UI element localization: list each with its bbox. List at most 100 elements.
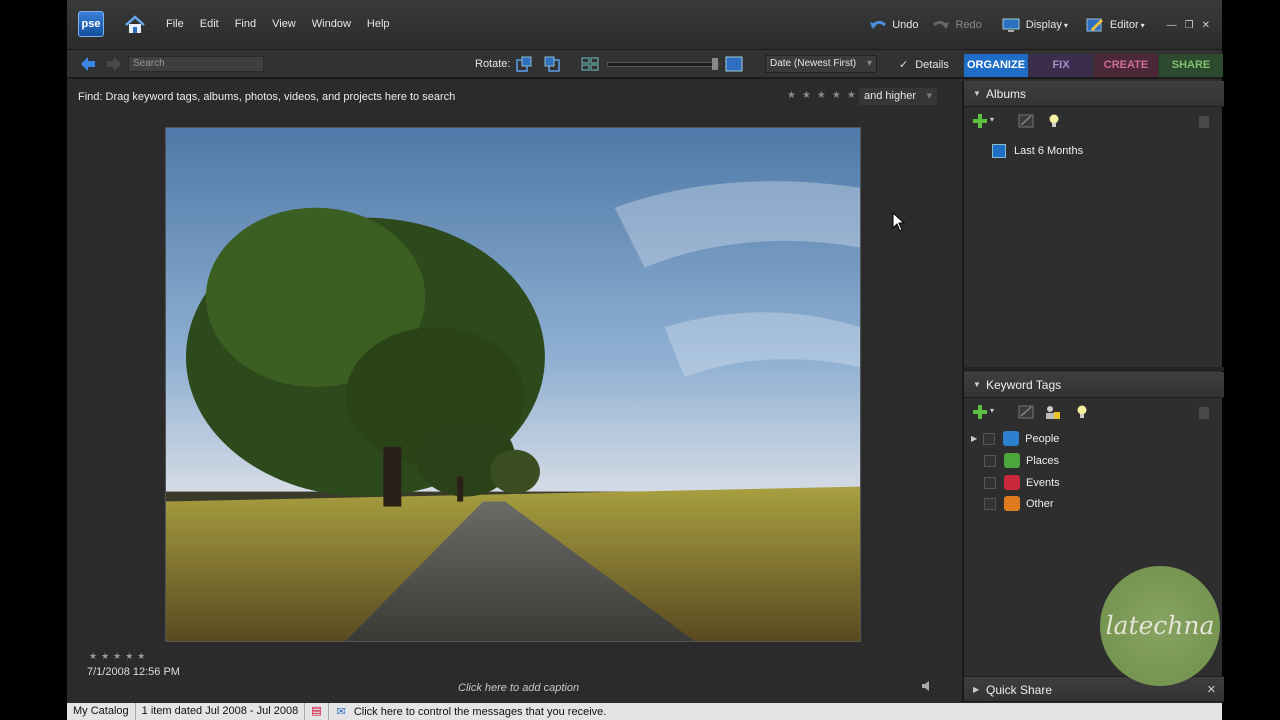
rotate-right-icon[interactable] bbox=[543, 56, 561, 72]
menu-help[interactable]: Help bbox=[367, 18, 390, 30]
tab-share[interactable]: SHARE bbox=[1159, 54, 1223, 77]
editor-icon bbox=[1086, 18, 1103, 32]
album-last-6-months[interactable]: Last 6 Months bbox=[992, 144, 1083, 158]
rotate-left-icon[interactable] bbox=[515, 56, 533, 72]
trash-icon[interactable] bbox=[1196, 113, 1212, 129]
close-icon[interactable]: ✕ bbox=[1207, 677, 1216, 703]
menu-edit[interactable]: Edit bbox=[200, 18, 219, 30]
expand-triangle-icon[interactable]: ▶ bbox=[971, 434, 977, 443]
display-button[interactable]: Display ▾ bbox=[1002, 18, 1068, 33]
app-logo: pse bbox=[78, 11, 104, 37]
expand-triangle-icon: ▶ bbox=[973, 685, 980, 694]
app-window: pse File Edit Find View Window Help Undo… bbox=[67, 0, 1224, 720]
speaker-icon[interactable] bbox=[920, 679, 934, 693]
edit-icon[interactable] bbox=[1018, 113, 1034, 129]
chevron-down-icon: ▾ bbox=[1140, 20, 1145, 30]
add-plus-icon[interactable] bbox=[972, 113, 988, 129]
keyword-tags-toolbar: ▾ bbox=[964, 399, 1224, 425]
restore-icon[interactable]: ❐ bbox=[1185, 20, 1194, 31]
single-photo-view-icon[interactable] bbox=[725, 56, 743, 72]
tag-label: Events bbox=[1026, 476, 1060, 489]
events-tag-icon bbox=[1004, 475, 1020, 490]
search-input[interactable]: Search bbox=[128, 56, 264, 72]
tag-places[interactable]: Places bbox=[984, 453, 1059, 468]
menu-window[interactable]: Window bbox=[312, 18, 351, 30]
keyword-tags-header[interactable]: ▼ Keyword Tags bbox=[964, 372, 1224, 398]
collapse-triangle-icon: ▼ bbox=[973, 89, 981, 98]
rating-comparison-select[interactable]: and higher bbox=[859, 88, 937, 105]
tag-checkbox[interactable] bbox=[984, 497, 996, 510]
status-message: Click here to control the messages that … bbox=[353, 705, 607, 718]
tag-checkbox[interactable] bbox=[984, 454, 996, 467]
editor-label: Editor bbox=[1109, 19, 1139, 31]
main-menu: File Edit Find View Window Help bbox=[166, 18, 406, 30]
undo-label: Undo bbox=[892, 19, 919, 31]
redo-icon bbox=[933, 20, 950, 29]
rotate-label: Rotate: bbox=[475, 58, 511, 70]
panel-divider[interactable] bbox=[964, 367, 1224, 371]
status-bar: My Catalog 1 item dated Jul 2008 - Jul 2… bbox=[67, 703, 1222, 720]
undo-button[interactable]: Undo bbox=[869, 19, 918, 31]
tag-checkbox[interactable] bbox=[984, 476, 996, 489]
timeline-icon[interactable]: ▤ bbox=[305, 703, 329, 720]
tab-organize[interactable]: ORGANIZE bbox=[964, 54, 1028, 77]
watermark-logo: latechna bbox=[1100, 566, 1220, 686]
tag-people[interactable]: ▶ People bbox=[971, 431, 1059, 446]
chevron-down-icon[interactable]: ▾ bbox=[990, 115, 994, 124]
albums-header[interactable]: ▼ Albums bbox=[964, 81, 1224, 107]
catalog-name[interactable]: My Catalog bbox=[67, 703, 136, 720]
find-bar[interactable]: Find: Drag keyword tags, albums, photos,… bbox=[67, 81, 959, 111]
lightbulb-icon[interactable] bbox=[1046, 113, 1062, 129]
tag-label: Other bbox=[1026, 497, 1054, 510]
menu-view[interactable]: View bbox=[272, 18, 296, 30]
envelope-icon: ✉ bbox=[336, 706, 346, 718]
home-icon[interactable] bbox=[124, 14, 146, 36]
thumbnail-size-slider[interactable] bbox=[607, 62, 719, 67]
grid-view-icon[interactable] bbox=[581, 56, 599, 72]
lightbulb-icon[interactable] bbox=[1074, 404, 1090, 420]
tag-label: People bbox=[1025, 432, 1060, 445]
album-icon bbox=[992, 144, 1006, 158]
chevron-down-icon: ▾ bbox=[1063, 20, 1068, 30]
tag-events[interactable]: Events bbox=[984, 475, 1060, 490]
redo-label: Redo bbox=[955, 19, 982, 31]
tag-other[interactable]: Other bbox=[984, 496, 1054, 511]
tab-create[interactable]: CREATE bbox=[1094, 54, 1158, 77]
add-plus-icon[interactable] bbox=[972, 404, 988, 420]
menu-find[interactable]: Find bbox=[235, 18, 256, 30]
items-count: 1 item dated Jul 2008 - Jul 2008 bbox=[136, 703, 306, 720]
photo-star-rating[interactable]: ★★★★★ bbox=[89, 651, 149, 662]
details-toggle[interactable]: ✓ Details bbox=[899, 58, 949, 72]
undo-icon bbox=[870, 20, 887, 29]
quick-share-title: Quick Share bbox=[986, 683, 1053, 697]
message-area[interactable]: ✉ Click here to control the messages tha… bbox=[329, 705, 607, 719]
chevron-down-icon[interactable]: ▾ bbox=[990, 406, 994, 415]
add-caption-prompt[interactable]: Click here to add caption bbox=[458, 682, 579, 694]
window-controls: — ❐ ✕ bbox=[1167, 20, 1210, 31]
other-tag-icon bbox=[1004, 496, 1020, 511]
menu-file[interactable]: File bbox=[166, 18, 184, 30]
minimize-icon[interactable]: — bbox=[1167, 20, 1177, 31]
tag-checkbox[interactable] bbox=[983, 432, 996, 445]
back-arrow-icon[interactable] bbox=[79, 56, 97, 72]
tab-fix[interactable]: FIX bbox=[1029, 54, 1093, 77]
tag-lock-icon[interactable] bbox=[1044, 404, 1060, 420]
sort-order-select[interactable]: Date (Newest First) bbox=[765, 55, 877, 73]
star-rating-filter[interactable]: ★★★★★ bbox=[787, 90, 862, 101]
display-label: Display bbox=[1025, 19, 1062, 31]
mode-tabs: ORGANIZE FIX CREATE SHARE bbox=[964, 54, 1224, 77]
checkmark-icon: ✓ bbox=[899, 59, 909, 71]
photo-thumbnail[interactable] bbox=[165, 127, 861, 642]
trash-icon[interactable] bbox=[1196, 404, 1212, 420]
collapse-triangle-icon: ▼ bbox=[973, 380, 981, 389]
edit-icon[interactable] bbox=[1018, 404, 1034, 420]
editor-button[interactable]: Editor ▾ bbox=[1086, 17, 1145, 33]
monitor-icon bbox=[1002, 18, 1020, 32]
mouse-cursor-icon bbox=[892, 212, 906, 232]
slider-handle[interactable] bbox=[712, 58, 718, 70]
redo-button[interactable]: Redo bbox=[932, 19, 982, 31]
menu-bar: pse File Edit Find View Window Help Undo… bbox=[67, 0, 1222, 50]
forward-arrow-icon[interactable] bbox=[105, 56, 123, 72]
close-icon[interactable]: ✕ bbox=[1202, 20, 1210, 31]
albums-title: Albums bbox=[986, 87, 1027, 101]
